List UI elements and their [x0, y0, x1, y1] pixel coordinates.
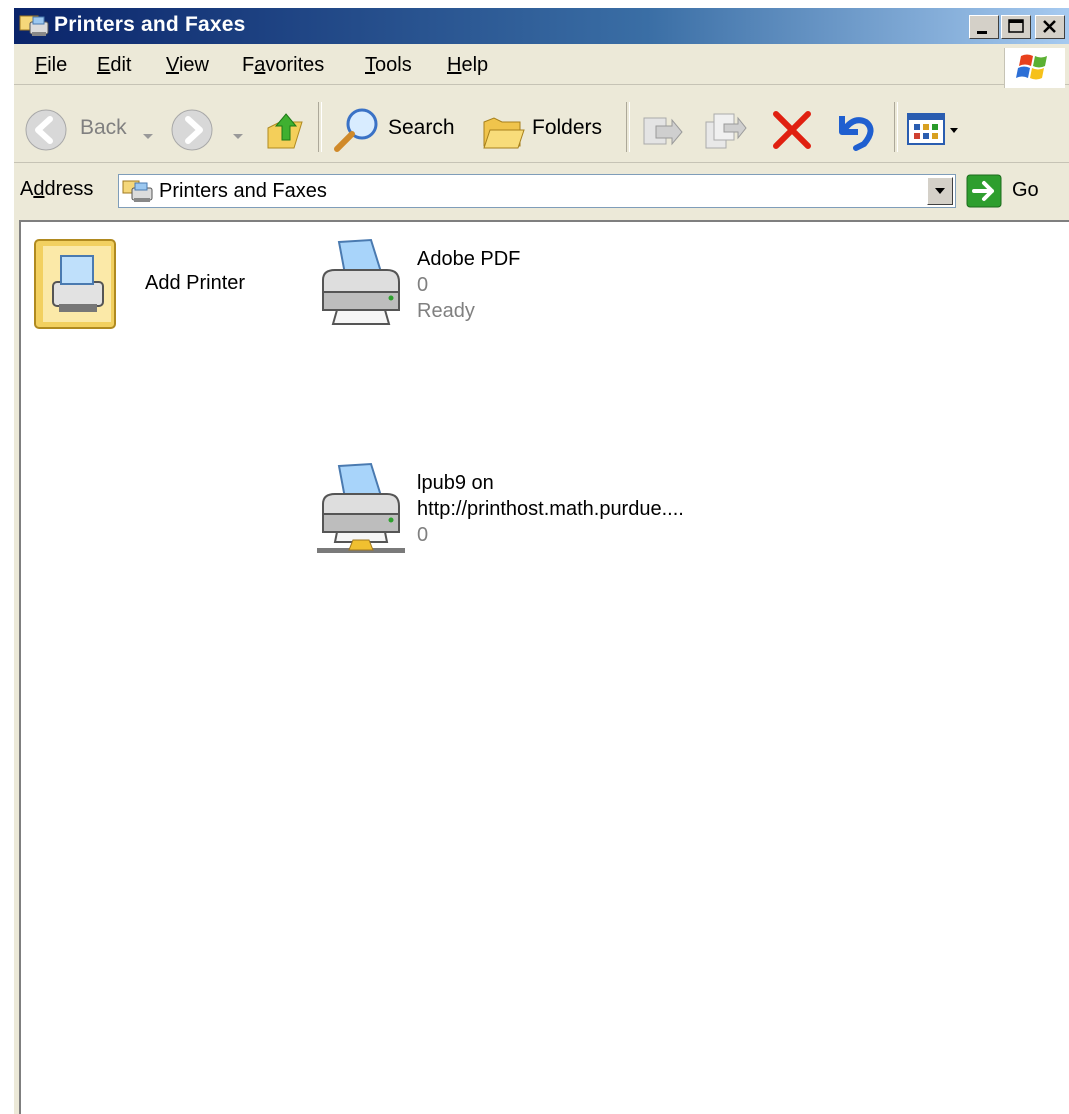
minimize-button[interactable]: [969, 15, 999, 39]
add-printer-item[interactable]: Add Printer: [31, 236, 281, 336]
windows-logo-icon: [1004, 48, 1065, 88]
address-bar: Address Printers and Faxes Go: [14, 168, 1069, 216]
menu-help[interactable]: Help: [447, 54, 488, 77]
go-label: Go: [1012, 179, 1039, 201]
close-button[interactable]: [1035, 15, 1065, 39]
move-to-icon[interactable]: [638, 108, 684, 158]
folders-icon[interactable]: [480, 108, 526, 158]
maximize-button[interactable]: [1001, 15, 1031, 39]
back-dropdown-icon[interactable]: [142, 124, 154, 147]
printers-folder-icon: [121, 177, 155, 211]
toolbar-separator: [318, 102, 322, 152]
printer-jobs-count: 0: [417, 524, 429, 546]
printer-jobs-count: 0: [417, 274, 429, 296]
network-printer-item[interactable]: lpub9 on http://printhost.math.purdue...…: [315, 460, 755, 560]
printer-item[interactable]: Adobe PDF 0 Ready: [315, 236, 555, 336]
search-button-label[interactable]: Search: [388, 116, 455, 140]
back-icon[interactable]: [24, 108, 68, 158]
title-bar[interactable]: Printers and Faxes: [14, 8, 1069, 44]
forward-icon[interactable]: [170, 108, 214, 158]
add-printer-icon: [31, 236, 123, 338]
printer-name: Adobe PDF: [417, 248, 521, 270]
address-value: Printers and Faxes: [159, 180, 327, 202]
window-title: Printers and Faxes: [54, 13, 246, 36]
menu-tools[interactable]: Tools: [365, 54, 412, 77]
printer-name-line1: lpub9 on: [417, 472, 494, 494]
back-button-label[interactable]: Back: [80, 116, 127, 140]
folders-button-label[interactable]: Folders: [532, 116, 602, 140]
printers-list-view: Add Printer Adobe PDF 0 Ready lpub9 on h…: [19, 220, 1069, 1114]
address-input[interactable]: Printers and Faxes: [118, 174, 956, 208]
standard-toolbar: Back Search Folders: [14, 96, 1069, 163]
go-button[interactable]: Go: [966, 174, 1062, 208]
menu-edit[interactable]: Edit: [97, 54, 131, 77]
toolbar-separator: [626, 102, 630, 152]
add-printer-label: Add Printer: [145, 272, 246, 294]
printer-status: Ready: [417, 300, 475, 322]
undo-icon[interactable]: [832, 108, 878, 158]
up-folder-icon[interactable]: [264, 108, 306, 158]
menu-bar: File Edit View Favorites Tools Help: [14, 46, 1069, 88]
delete-icon[interactable]: [770, 108, 814, 158]
views-icon[interactable]: [906, 110, 970, 156]
menu-file[interactable]: File: [35, 54, 67, 77]
copy-to-icon[interactable]: [702, 108, 748, 158]
network-printer-icon: [315, 460, 407, 566]
menu-view[interactable]: View: [166, 54, 209, 77]
menu-favorites[interactable]: Favorites: [242, 54, 324, 77]
printer-icon: [315, 236, 407, 338]
printers-folder-icon: [18, 12, 50, 40]
search-icon[interactable]: [332, 106, 382, 160]
address-label: Address: [20, 178, 94, 200]
explorer-window: Printers and Faxes File Edit View Favori…: [14, 8, 1069, 1114]
printer-name-line2: http://printhost.math.purdue....: [417, 498, 684, 520]
forward-dropdown-icon[interactable]: [232, 124, 244, 147]
go-arrow-icon: [966, 174, 1004, 214]
address-dropdown-button[interactable]: [927, 177, 953, 205]
toolbar-separator: [894, 102, 898, 152]
